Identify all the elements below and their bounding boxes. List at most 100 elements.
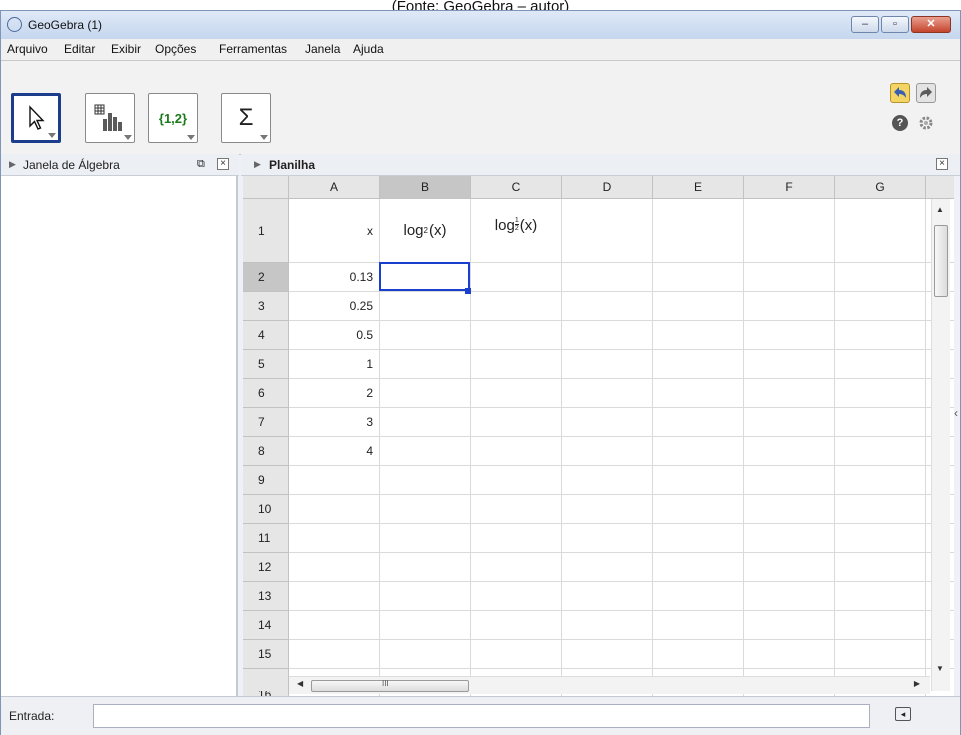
grid-cell[interactable] [471,292,562,321]
grid-cell[interactable] [380,292,471,321]
grid-cell[interactable] [744,379,835,408]
cell-b1[interactable]: log 2 (x) [380,199,471,263]
grid-cell[interactable] [289,466,380,495]
grid-cell[interactable] [562,495,653,524]
grid-cell[interactable] [380,408,471,437]
grid-cell[interactable] [562,611,653,640]
row-header[interactable]: 15 [243,640,289,669]
undo-button[interactable] [890,83,910,103]
grid-cell[interactable] [744,553,835,582]
cell-c1[interactable]: log 1 2 (x) [471,199,562,263]
menu-ajuda[interactable]: Ajuda [353,42,384,56]
grid-cell[interactable] [289,524,380,553]
grid-cell[interactable] [562,350,653,379]
expand-triangle-icon[interactable]: ▶ [9,159,16,170]
grid-cell[interactable] [653,321,744,350]
cell-a1[interactable]: x [289,199,380,263]
horizontal-scrollbar[interactable]: ◀ III ▶ [289,676,930,694]
grid-cell[interactable] [471,379,562,408]
row-header[interactable]: 5 [243,350,289,379]
grid-cell[interactable] [471,321,562,350]
grid-cell[interactable] [289,495,380,524]
row-header[interactable]: 12 [243,553,289,582]
grid-cell[interactable] [289,582,380,611]
row-header[interactable]: 2 [243,263,289,292]
grid-cell[interactable] [653,466,744,495]
minimize-button[interactable]: – [851,16,879,33]
grid-cell[interactable] [380,495,471,524]
grid-cell[interactable] [835,379,926,408]
row-header[interactable]: 1 [243,199,289,263]
grid-cell[interactable] [562,640,653,669]
row-header[interactable]: 8 [243,437,289,466]
row-header[interactable]: 13 [243,582,289,611]
grid-cell[interactable] [653,640,744,669]
column-header-g[interactable]: G [835,176,926,199]
grid-cell[interactable] [380,466,471,495]
grid-cell[interactable] [471,495,562,524]
scroll-right-icon[interactable]: ▶ [914,679,920,688]
column-header-b[interactable]: B [380,176,471,199]
grid-cell[interactable] [744,582,835,611]
menu-arquivo[interactable]: Arquivo [7,42,48,56]
collapse-sidebar-icon[interactable]: ‹ [954,406,958,420]
gear-icon[interactable] [918,115,934,131]
maximize-button[interactable]: ▫ [881,16,909,33]
column-header-f[interactable]: F [744,176,835,199]
row-header[interactable]: 7 [243,408,289,437]
grid-cell[interactable] [380,350,471,379]
grid-cell[interactable] [835,408,926,437]
grid-cell[interactable] [380,321,471,350]
input-field[interactable] [93,704,870,728]
grid-cell[interactable] [744,524,835,553]
grid-cell[interactable] [380,379,471,408]
grid-cell[interactable] [835,292,926,321]
grid-cell[interactable] [744,437,835,466]
close-algebra-icon[interactable]: × [217,158,229,170]
grid-cell[interactable] [653,350,744,379]
grid-cell[interactable] [835,640,926,669]
menu-janela[interactable]: Janela [305,42,340,56]
algebra-view[interactable] [1,176,238,696]
grid-cell[interactable] [744,321,835,350]
grid-cell[interactable] [835,321,926,350]
grid-cell[interactable] [744,408,835,437]
grid-cell[interactable] [744,350,835,379]
sum-tool-button[interactable]: Σ [221,93,271,143]
grid-cell[interactable] [653,292,744,321]
cell-a4[interactable]: 0.5 [289,321,380,350]
grid-cell[interactable] [653,524,744,553]
grid-cell[interactable] [835,553,926,582]
row-header[interactable]: 11 [243,524,289,553]
grid-cell[interactable] [562,263,653,292]
grid-cell[interactable] [744,199,835,263]
row-header[interactable]: 14 [243,611,289,640]
grid-cell[interactable] [653,263,744,292]
grid-cell[interactable] [289,611,380,640]
grid-cell[interactable] [562,408,653,437]
grid-cell[interactable] [471,263,562,292]
grid-cell[interactable] [653,199,744,263]
grid-cell[interactable] [471,524,562,553]
row-header[interactable]: 9 [243,466,289,495]
grid-cell[interactable] [744,292,835,321]
grid-cell[interactable] [562,292,653,321]
cell-b2-selected[interactable] [379,262,470,291]
fill-handle[interactable] [465,288,471,294]
grid-cell[interactable] [653,611,744,640]
grid-cell[interactable] [380,640,471,669]
grid-cell[interactable] [289,553,380,582]
row-header[interactable]: 4 [243,321,289,350]
grid-cell[interactable] [835,199,926,263]
row-header[interactable]: 3 [243,292,289,321]
row-header[interactable]: 16 [243,669,289,696]
cell-a3[interactable]: 0.25 [289,292,380,321]
cell-a6[interactable]: 2 [289,379,380,408]
grid-cell[interactable] [562,437,653,466]
scroll-down-icon[interactable]: ▼ [936,664,944,673]
grid-cell[interactable] [562,582,653,611]
grid-cell[interactable] [835,437,926,466]
scroll-up-icon[interactable]: ▲ [936,205,944,214]
list-tool-button[interactable]: {1,2} [148,93,198,143]
redo-button[interactable] [916,83,936,103]
